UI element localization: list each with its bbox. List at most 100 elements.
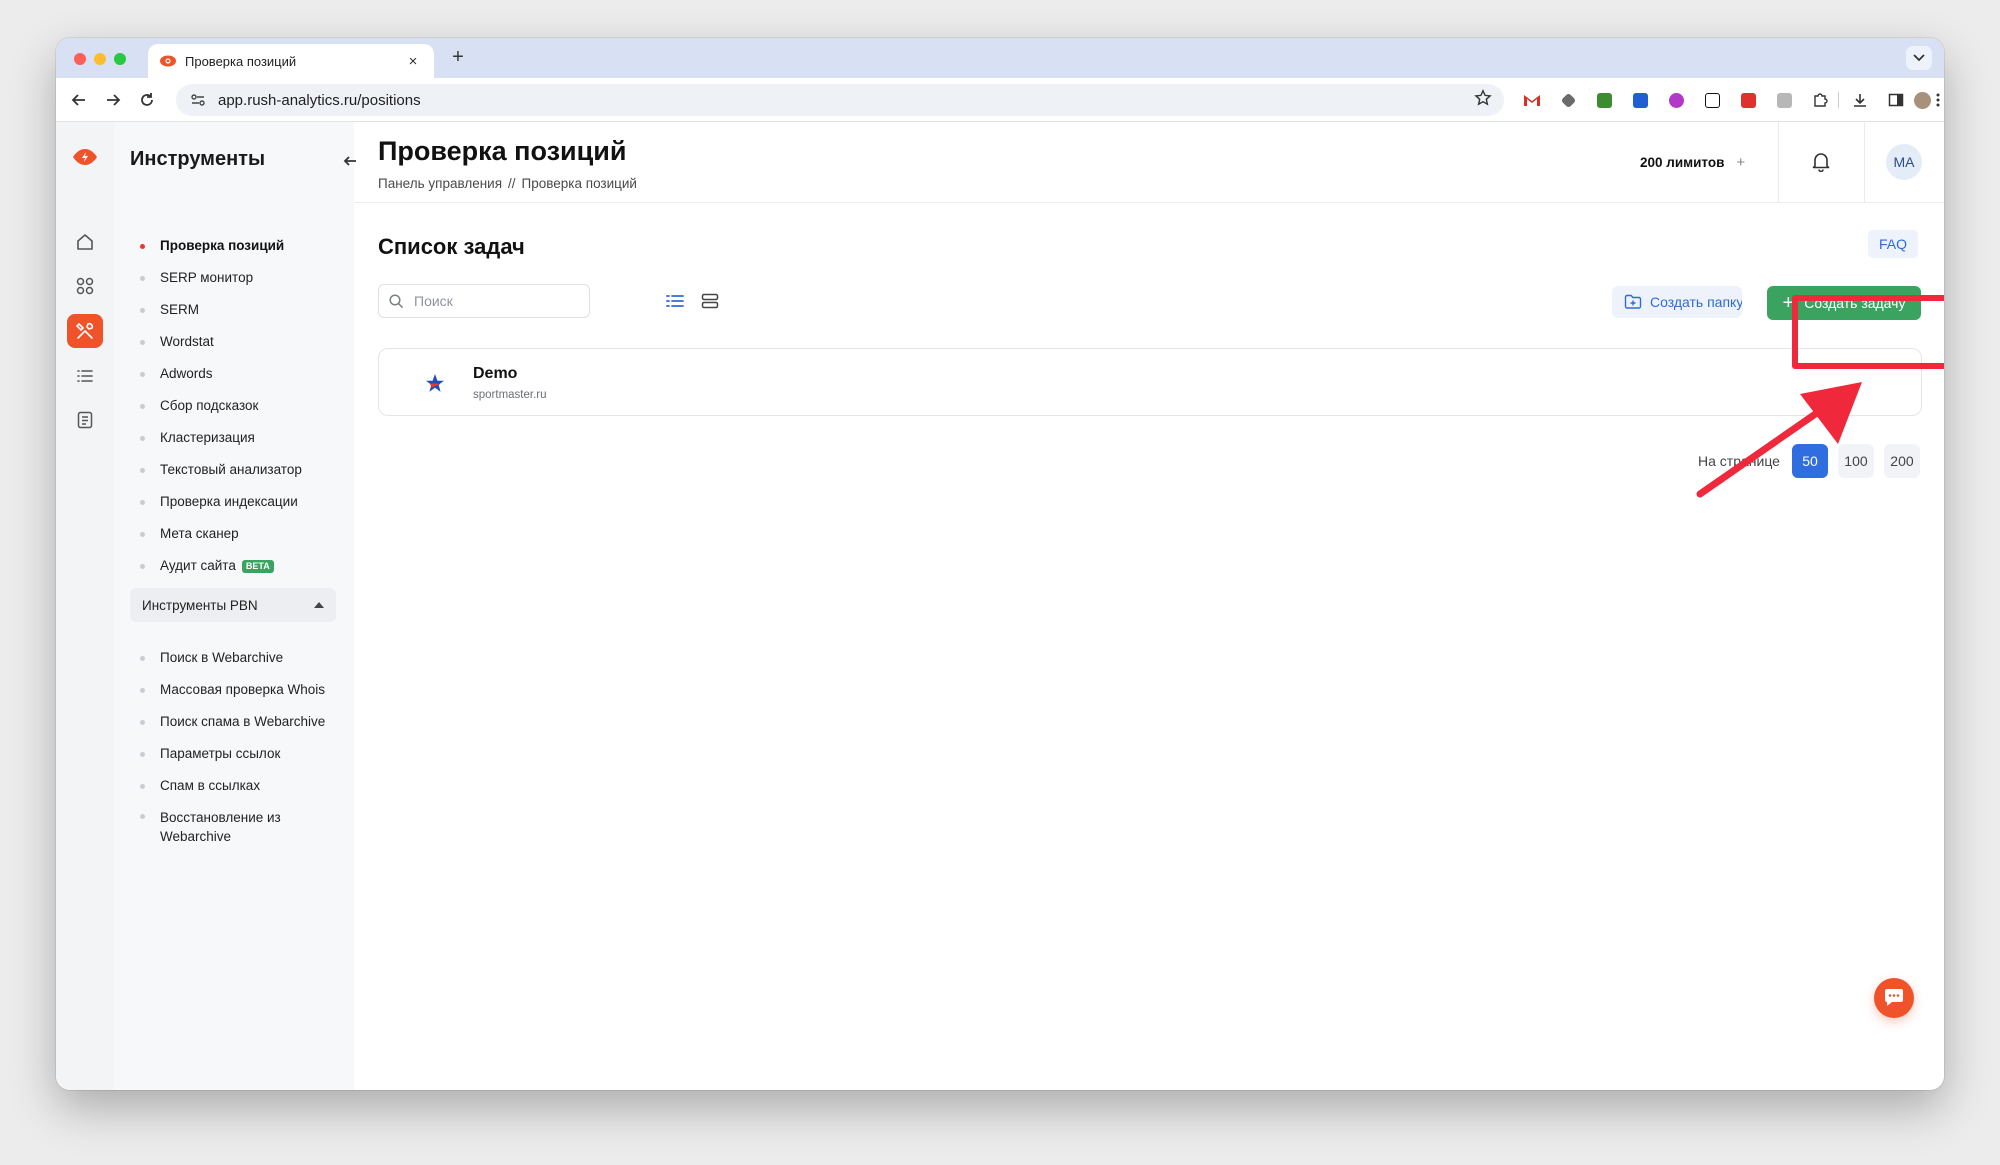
menu-item-link-spam[interactable]: Спам в ссылках xyxy=(114,770,354,802)
bookmark-star-icon[interactable] xyxy=(1474,89,1492,111)
puzzle-icon[interactable] xyxy=(1810,90,1830,110)
home-icon[interactable] xyxy=(73,230,97,254)
menu-item-adwords[interactable]: Adwords xyxy=(114,358,354,390)
menu-item-label: Восстановление из Webarchive xyxy=(160,810,281,844)
bullet-dot xyxy=(140,436,145,441)
pbn-section-toggle[interactable]: Инструменты PBN xyxy=(130,588,336,622)
menu-item-whois-check[interactable]: Массовая проверка Whois xyxy=(114,674,354,706)
per-page-option-200[interactable]: 200 xyxy=(1883,444,1920,478)
new-tab-button[interactable]: + xyxy=(446,46,470,69)
bullet-dot xyxy=(140,656,145,661)
apps-icon[interactable] xyxy=(73,274,97,298)
search-field[interactable] xyxy=(378,284,590,318)
bullet-dot xyxy=(140,468,145,473)
document-icon[interactable] xyxy=(73,408,97,432)
menu-item-webarchive-restore[interactable]: Восстановление из Webarchive xyxy=(114,802,354,846)
tab-search-chevron-icon[interactable] xyxy=(1906,46,1932,70)
create-folder-button[interactable]: Создать папку xyxy=(1612,286,1742,318)
menu-item-label: Проверка позиций xyxy=(160,238,285,253)
menu-item-text-analyzer[interactable]: Текстовый анализатор xyxy=(114,454,354,486)
chevron-up-icon xyxy=(314,602,324,608)
add-limits-icon[interactable]: + xyxy=(1736,154,1745,171)
faq-button[interactable]: FAQ xyxy=(1868,230,1918,258)
breadcrumb-separator: // xyxy=(508,176,516,191)
task-card[interactable]: Demo sportmaster.ru xyxy=(378,348,1922,416)
forward-arrow-icon[interactable] xyxy=(102,89,124,111)
panel-title: Инструменты xyxy=(130,148,266,170)
tab-close-icon[interactable]: × xyxy=(404,53,422,70)
site-settings-icon[interactable] xyxy=(190,91,208,109)
menu-item-meta-scanner[interactable]: Мета сканер xyxy=(114,518,354,550)
browser-tab[interactable]: Проверка позиций × xyxy=(148,44,434,78)
bullet-dot xyxy=(140,784,145,789)
close-window-button[interactable] xyxy=(74,53,86,65)
extension-icon[interactable] xyxy=(1774,90,1794,110)
breadcrumb-dashboard-link[interactable]: Панель управления xyxy=(378,176,502,191)
extension-icon[interactable] xyxy=(1558,90,1578,110)
menu-item-label: Мета сканер xyxy=(160,526,239,541)
menu-item-label: Аудит сайта xyxy=(160,558,236,573)
menu-item-label: Массовая проверка Whois xyxy=(160,682,325,697)
search-icon xyxy=(389,293,404,308)
menu-item-serp-monitor[interactable]: SERP монитор xyxy=(114,262,354,294)
sportmaster-logo-icon xyxy=(426,374,444,392)
menu-item-label: Спам в ссылках xyxy=(160,778,261,793)
menu-item-label: Кластеризация xyxy=(160,430,255,445)
pbn-menu: Поиск в Webarchive Массовая проверка Who… xyxy=(114,642,354,846)
download-icon[interactable] xyxy=(1850,90,1870,110)
menu-item-label: Сбор подсказок xyxy=(160,398,259,413)
menu-item-clustering[interactable]: Кластеризация xyxy=(114,422,354,454)
avatar[interactable]: MA xyxy=(1886,144,1922,180)
menu-item-index-check[interactable]: Проверка индексации xyxy=(114,486,354,518)
chat-support-button[interactable] xyxy=(1874,978,1914,1018)
back-arrow-icon[interactable] xyxy=(68,89,90,111)
menu-item-label: Поиск в Webarchive xyxy=(160,650,284,665)
bullet-dot xyxy=(140,752,145,757)
tools-icon[interactable] xyxy=(67,314,103,348)
limits-text: 200 лимитов xyxy=(1640,155,1725,170)
chat-bubble-icon xyxy=(1885,989,1903,1006)
menu-item-label: Поиск спама в Webarchive xyxy=(160,714,326,729)
rush-logo-icon[interactable] xyxy=(72,148,98,166)
breadcrumb: Панель управления // Проверка позиций xyxy=(378,176,637,191)
address-bar[interactable]: app.rush-analytics.ru/positions xyxy=(176,84,1504,116)
header-separator xyxy=(1864,122,1865,202)
task-name[interactable]: Demo xyxy=(473,365,517,383)
active-dot xyxy=(140,244,145,249)
profile-icon[interactable] xyxy=(1912,90,1932,110)
sidebar-icon[interactable] xyxy=(1886,90,1906,110)
menu-item-webarchive-search[interactable]: Поиск в Webarchive xyxy=(114,642,354,674)
bullet-dot xyxy=(140,372,145,377)
menu-item-serm[interactable]: SERM xyxy=(114,294,354,326)
limits-counter[interactable]: 200 лимитов + xyxy=(1640,154,1745,171)
breadcrumb-current: Проверка позиций xyxy=(521,176,637,191)
minimize-window-button[interactable] xyxy=(94,53,106,65)
menu-item-label: Текстовый анализатор xyxy=(160,462,302,477)
compact-view-icon[interactable] xyxy=(699,290,721,312)
menu-item-webarchive-spam[interactable]: Поиск спама в Webarchive xyxy=(114,706,354,738)
maximize-window-button[interactable] xyxy=(114,53,126,65)
annotation-highlight-box xyxy=(1792,295,1944,369)
notion-icon[interactable] xyxy=(1702,90,1722,110)
reload-icon[interactable] xyxy=(136,89,158,111)
extension-icon[interactable] xyxy=(1594,90,1614,110)
section-title: Список задач xyxy=(378,234,525,260)
more-icon[interactable] xyxy=(1932,90,1944,110)
list-view-icon[interactable] xyxy=(664,290,686,312)
bell-icon[interactable] xyxy=(1810,150,1832,172)
page-title: Проверка позиций xyxy=(378,136,627,166)
collapse-arrow-icon[interactable] xyxy=(342,153,358,169)
list-icon[interactable] xyxy=(73,364,97,388)
menu-item-suggestions[interactable]: Сбор подсказок xyxy=(114,390,354,422)
search-input[interactable] xyxy=(412,292,576,310)
menu-item-positions[interactable]: Проверка позиций xyxy=(114,230,354,262)
menu-item-label: SERM xyxy=(160,302,200,317)
extension-icon[interactable] xyxy=(1666,90,1686,110)
menu-item-wordstat[interactable]: Wordstat xyxy=(114,326,354,358)
bullet-dot xyxy=(140,276,145,281)
menu-item-site-audit[interactable]: Аудит сайта BETA xyxy=(114,550,354,582)
extension-icon[interactable] xyxy=(1630,90,1650,110)
menu-item-link-params[interactable]: Параметры ссылок xyxy=(114,738,354,770)
extension-icon[interactable] xyxy=(1738,90,1758,110)
gmail-icon[interactable] xyxy=(1522,90,1542,110)
